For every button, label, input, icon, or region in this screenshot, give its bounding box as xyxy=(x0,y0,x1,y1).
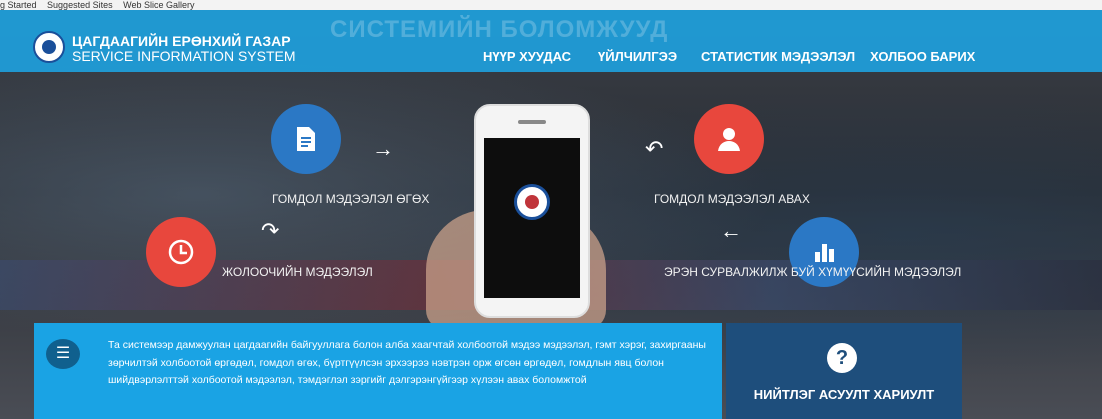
info-description: Та системээр дамжуулан цагдаагийн байгуу… xyxy=(108,339,706,386)
nav-statistics[interactable]: СТАТИСТИК МЭДЭЭЛЭЛ xyxy=(701,49,855,64)
nav-home[interactable]: НҮҮР ХУУДАС xyxy=(483,49,571,64)
brand-subtitle[interactable]: SERVICE INFORMATION SYSTEM xyxy=(72,48,296,64)
faq-button[interactable]: ? НИЙТЛЭГ АСУУЛТ ХАРИУЛТ xyxy=(726,323,962,419)
feature-receive-label[interactable]: ГОМДОЛ МЭДЭЭЛЭЛ АВАХ xyxy=(654,192,810,206)
phone-screen xyxy=(484,138,580,298)
document-icon[interactable] xyxy=(271,104,341,174)
police-emblem-icon[interactable] xyxy=(33,31,65,63)
nav-services[interactable]: ҮЙЛЧИЛГЭЭ xyxy=(598,49,677,64)
phone-image xyxy=(474,104,590,318)
top-navbar: ЦАГДААГИЙН ЕРӨНХИЙ ГАЗАР SERVICE INFORMA… xyxy=(0,10,1102,72)
brand-title[interactable]: ЦАГДААГИЙН ЕРӨНХИЙ ГАЗАР xyxy=(72,33,291,49)
bookmarks-bar: g Started Suggested Sites Web Slice Gall… xyxy=(0,0,1102,10)
bookmark-getting-started[interactable]: g Started xyxy=(0,0,37,10)
bookmark-suggested-sites[interactable]: Suggested Sites xyxy=(47,0,113,10)
feature-driver-label[interactable]: ЖОЛООЧИЙН МЭДЭЭЛЭЛ xyxy=(222,265,373,279)
arrow-curve-right-icon: ↷ xyxy=(261,218,280,243)
hero-ghost-title: СИСТЕМИЙН БОЛОМЖУУД xyxy=(330,16,669,43)
police-seal-icon xyxy=(514,184,550,220)
question-icon: ? xyxy=(827,343,857,373)
arrow-right-icon: → xyxy=(372,136,394,161)
clock-icon[interactable] xyxy=(146,217,216,287)
user-icon[interactable] xyxy=(694,104,764,174)
info-panel: ☰ Та системээр дамжуулан цагдаагийн байг… xyxy=(34,323,722,419)
nav-contact[interactable]: ХОЛБОО БАРИХ xyxy=(870,49,975,64)
chat-bubble-icon: ☰ xyxy=(46,339,80,369)
bookmark-web-slice-gallery[interactable]: Web Slice Gallery xyxy=(123,0,194,10)
arrow-curve-left-icon: ↶ xyxy=(645,136,664,161)
feature-missing-persons-label[interactable]: ЭРЭН СУРВАЛЖИЛЖ БУЙ ХҮМҮҮСИЙН МЭДЭЭЛЭЛ xyxy=(664,265,961,279)
feature-report-label[interactable]: ГОМДОЛ МЭДЭЭЛЭЛ ӨГӨХ xyxy=(272,192,429,206)
faq-label[interactable]: НИЙТЛЭГ АСУУЛТ ХАРИУЛТ xyxy=(726,387,962,402)
phone-speaker xyxy=(518,120,546,124)
arrow-left-icon: ← xyxy=(720,218,742,243)
